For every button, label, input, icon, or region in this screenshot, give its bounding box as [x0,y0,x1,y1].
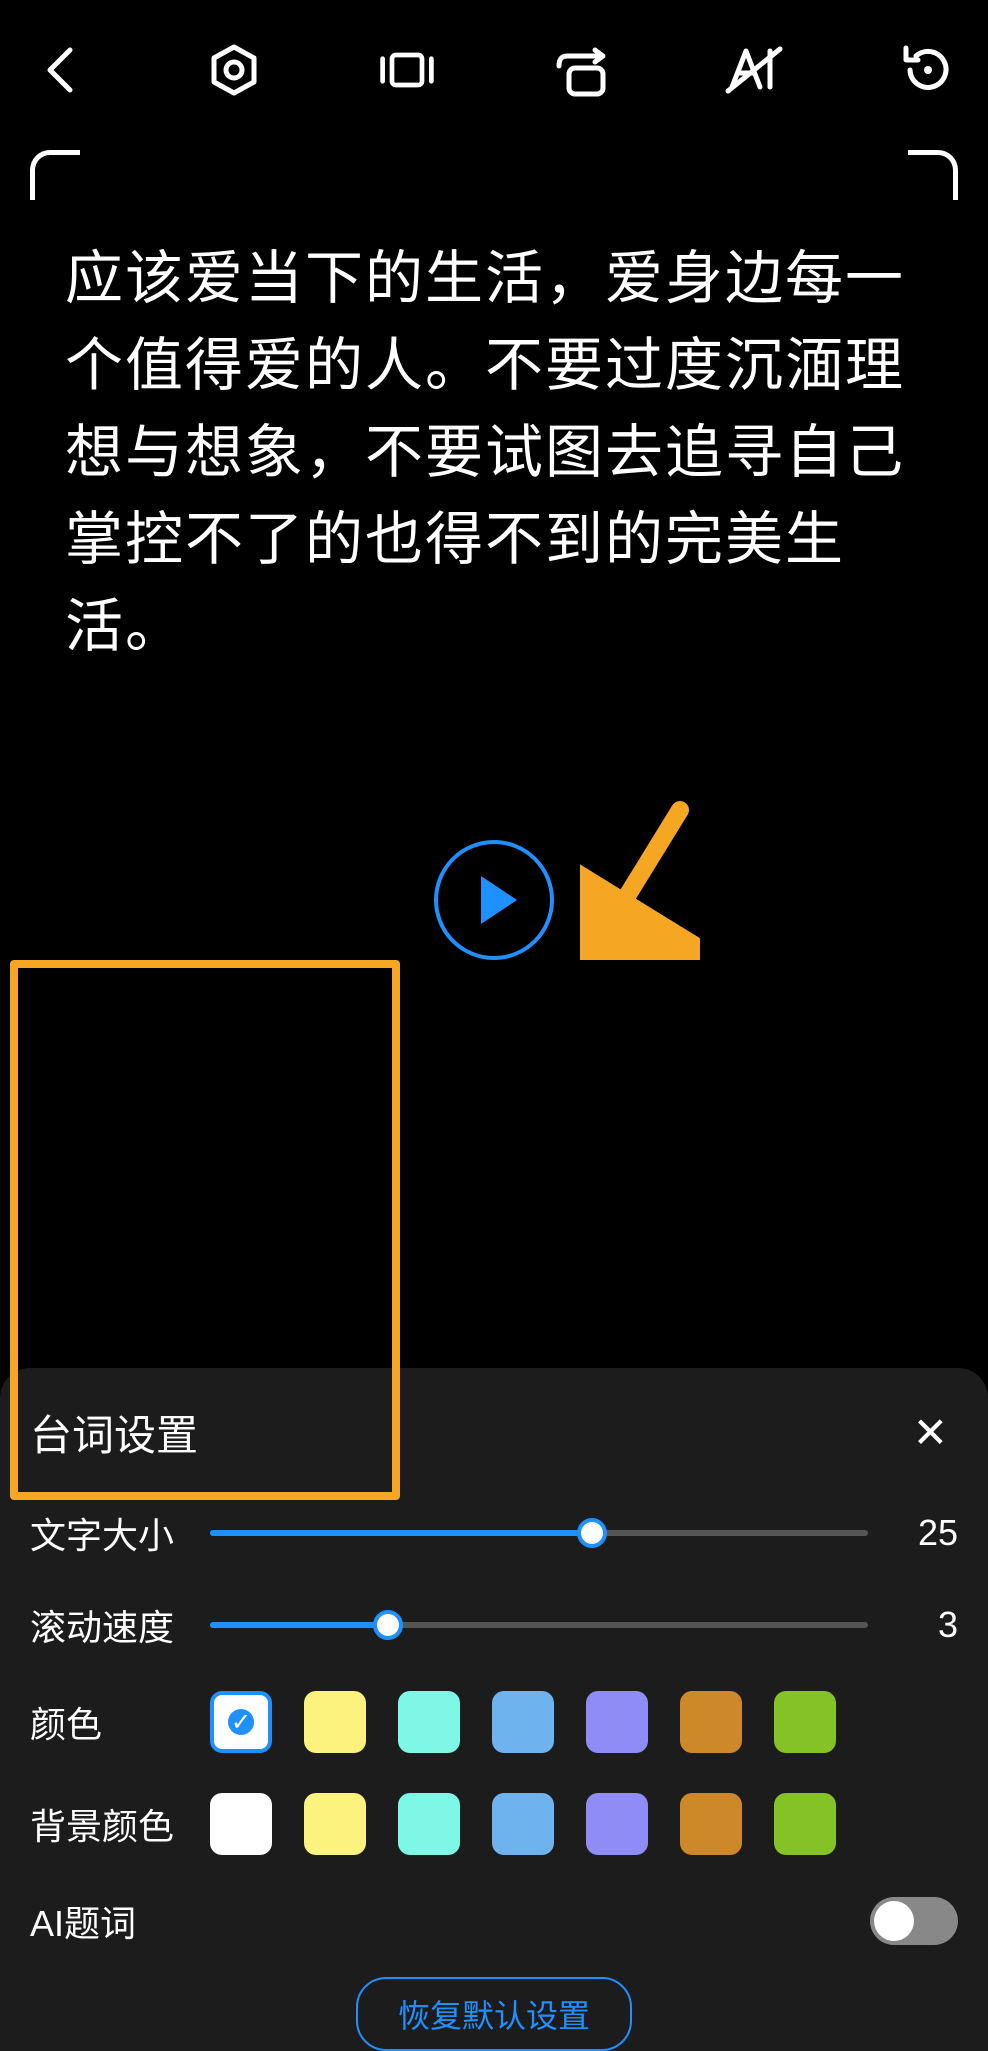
teleprompter-text: 应该爱当下的生活，爱身边每一个值得爱的人。不要过度沉湎理想与想象，不要试图去追寻… [40,160,948,670]
viewport-corner-tr [908,150,958,200]
text-color-swatch[interactable] [304,1691,366,1753]
play-icon [481,876,517,924]
text-color-swatch[interactable] [398,1691,460,1753]
settings-panel: 台词设置 ✕ 文字大小 25 滚动速度 3 颜色 背景颜色 AI题词 恢复默认设… [0,1368,988,2051]
ai-off-icon[interactable] [724,40,784,100]
reset-defaults-button[interactable]: 恢复默认设置 [356,1977,632,2051]
text-color-swatch[interactable] [210,1691,272,1753]
close-button[interactable]: ✕ [903,1398,958,1467]
bg-color-swatch[interactable] [210,1793,272,1855]
ai-prompt-toggle[interactable] [870,1897,958,1945]
font-size-value: 25 [898,1512,958,1554]
scroll-speed-label: 滚动速度 [30,1599,210,1651]
bg-color-swatch[interactable] [492,1793,554,1855]
font-size-label: 文字大小 [30,1507,210,1559]
panel-title: 台词设置 [30,1402,198,1463]
bg-color-swatch[interactable] [680,1793,742,1855]
text-color-swatch[interactable] [680,1691,742,1753]
reset-history-icon[interactable] [898,40,958,100]
bg-color-swatch[interactable] [304,1793,366,1855]
bg-color-swatch[interactable] [586,1793,648,1855]
loop-icon[interactable] [551,40,611,100]
bg-color-swatch[interactable] [774,1793,836,1855]
text-color-swatch[interactable] [492,1691,554,1753]
settings-gear-icon[interactable] [204,40,264,100]
bg-color-swatch[interactable] [398,1793,460,1855]
scroll-speed-value: 3 [898,1604,958,1646]
viewport-corner-tl [30,150,80,200]
scroll-speed-slider[interactable] [210,1610,868,1640]
vibrate-icon[interactable] [377,40,437,100]
ai-prompt-label: AI题词 [30,1895,210,1947]
font-size-slider[interactable] [210,1518,868,1548]
text-color-swatch[interactable] [774,1691,836,1753]
text-color-swatch[interactable] [586,1691,648,1753]
text-color-label: 颜色 [30,1696,210,1748]
bg-color-label: 背景颜色 [30,1798,210,1850]
back-button[interactable] [30,40,90,100]
annotation-arrow [580,800,700,960]
play-button[interactable] [434,840,554,960]
